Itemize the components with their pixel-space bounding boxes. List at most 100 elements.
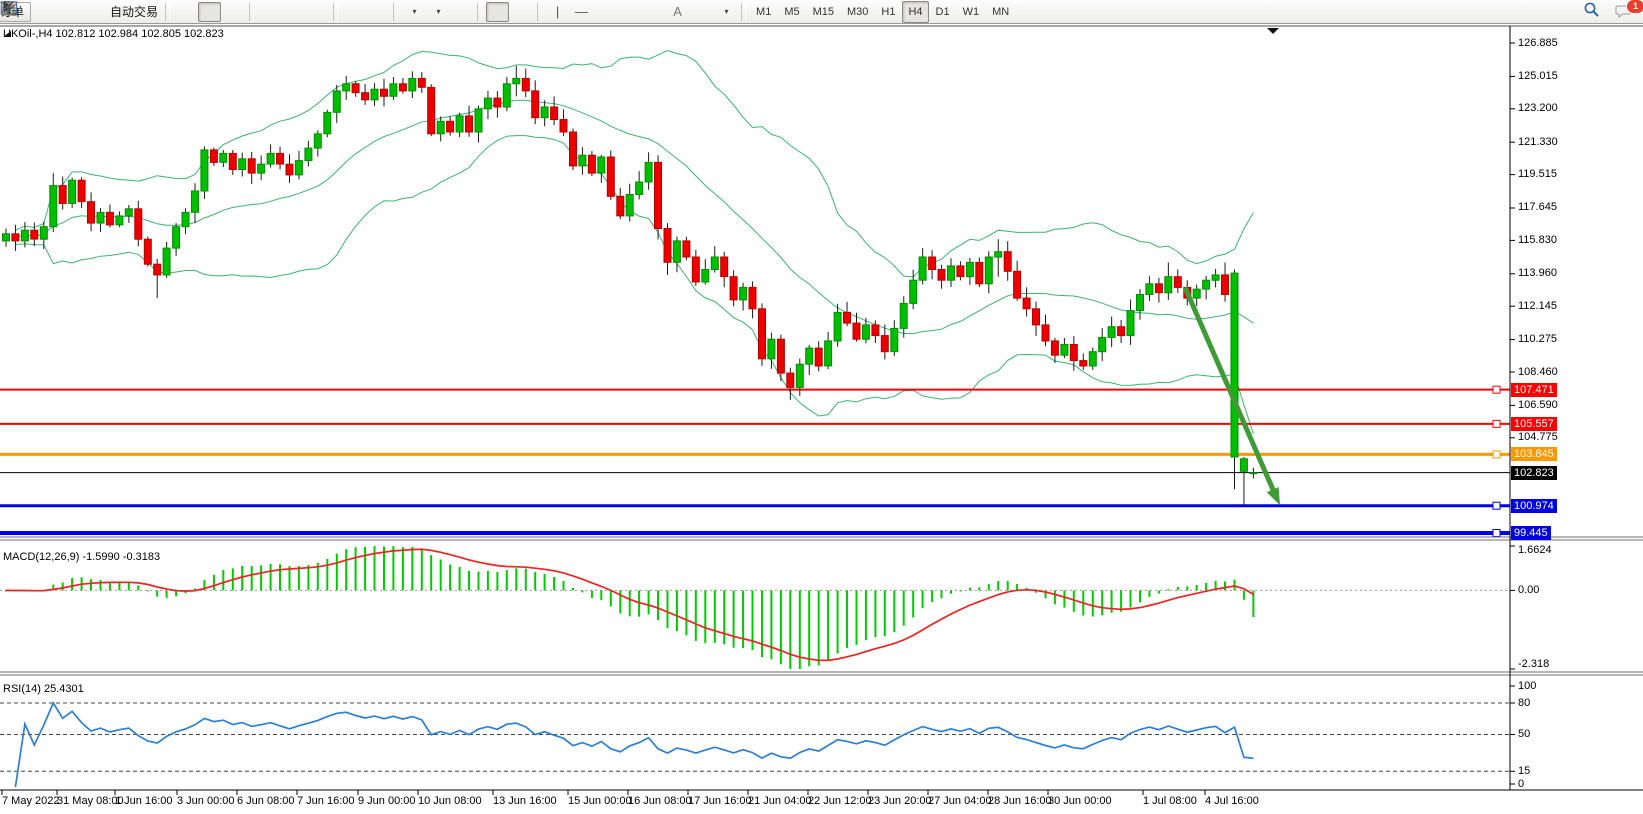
time-axis-label: 3 Jun 00:00 <box>177 795 235 808</box>
hline-handle[interactable] <box>1493 502 1500 509</box>
channel-tool-button[interactable]: E <box>618 2 641 22</box>
time-axis-label: 1 Jun 16:00 <box>115 795 173 808</box>
dropdown-caret-icon: ▾ <box>413 7 417 16</box>
hline-handle[interactable] <box>1493 451 1500 458</box>
rsi-level-label: 50 <box>1518 728 1530 741</box>
time-axis-label: 7 Jun 16:00 <box>297 795 355 808</box>
text-tool-button[interactable]: A <box>666 2 689 22</box>
price-line-label: 102.823 <box>1511 466 1557 480</box>
search-button[interactable] <box>1583 2 1606 22</box>
templates-button[interactable] <box>450 2 473 22</box>
price-axis-label: 125.015 <box>1518 70 1558 83</box>
separator <box>537 3 542 21</box>
time-axis-label: 13 Jun 16:00 <box>493 795 557 808</box>
time-axis-label: 6 Jun 08:00 <box>237 795 295 808</box>
time-axis-label: 30 Jun 00:00 <box>1048 795 1112 808</box>
autotrading-button[interactable]: 自动交易 <box>104 2 161 22</box>
price-axis-label: 117.645 <box>1518 201 1557 214</box>
price-axis-label: 104.775 <box>1518 431 1558 444</box>
signal-button[interactable] <box>80 2 103 22</box>
chart-shift-marker[interactable] <box>1267 28 1279 34</box>
separator <box>333 3 338 21</box>
horizontal-line-tool-button[interactable]: — <box>570 2 593 22</box>
dropdown-caret-icon: ▾ <box>437 7 441 16</box>
price-line-label: 99.445 <box>1511 526 1551 540</box>
timeframe-button-M30[interactable]: M30 <box>841 1 874 23</box>
fibonacci-tool-button[interactable]: F <box>642 2 665 22</box>
price-line-label: 107.471 <box>1511 383 1557 397</box>
vertical-line-tool-button[interactable]: | <box>546 2 569 22</box>
notifications-button[interactable]: 1 <box>1614 2 1637 22</box>
trendline-tool-button[interactable] <box>594 2 617 22</box>
timeframe-group: M1M5M15M30H1H4D1W1MN <box>750 1 1015 23</box>
macd-max-label: 1.6624 <box>1518 544 1552 557</box>
time-axis-label: 22 Jun 12:00 <box>808 795 872 808</box>
chart-canvas[interactable] <box>0 25 1643 814</box>
time-axis-label: 31 May 08:00 <box>57 795 124 808</box>
price-line-label: 103.845 <box>1511 447 1557 461</box>
chart-window-button[interactable] <box>56 2 79 22</box>
macd-min-label: -2.318 <box>1518 658 1549 671</box>
timeframe-button-W1[interactable]: W1 <box>957 1 986 23</box>
price-axis-label: 115.830 <box>1518 234 1557 247</box>
symbol-ohlc-text: UKOil-,H4 102.812 102.984 102.805 102.82… <box>3 28 224 40</box>
tile-windows-button[interactable] <box>306 2 329 22</box>
timeframe-button-M5[interactable]: M5 <box>778 1 805 23</box>
toolbar-right-group: 1 <box>1583 1 1637 23</box>
time-axis-label: 23 Jun 20:00 <box>868 795 932 808</box>
hline-handle[interactable] <box>1493 386 1500 393</box>
price-line-label: 105.557 <box>1511 417 1557 431</box>
price-axis-label: 112.145 <box>1518 300 1557 313</box>
price-line-label: 100.974 <box>1511 499 1557 513</box>
separator <box>249 3 254 21</box>
price-axis-label: 123.200 <box>1518 102 1558 115</box>
candlestick-chart-type-button[interactable] <box>198 2 221 22</box>
time-axis-label: 28 Jun 16:00 <box>988 795 1052 808</box>
time-axis-label: 10 Jun 08:00 <box>418 795 482 808</box>
time-axis-label: 9 Jun 00:00 <box>358 795 416 808</box>
time-axis-label: 4 Jul 16:00 <box>1205 795 1259 808</box>
autotrading-label: 自动交易 <box>110 3 158 20</box>
separator <box>477 3 482 21</box>
zoom-in-button[interactable] <box>258 2 281 22</box>
search-icon <box>1583 1 1600 18</box>
timeframe-button-M1[interactable]: M1 <box>750 1 777 23</box>
separator <box>165 3 170 21</box>
time-axis-label: 15 Jun 00:00 <box>568 795 632 808</box>
time-axis-label: 16 Jun 08:00 <box>628 795 692 808</box>
bar-chart-type-button[interactable] <box>174 2 197 22</box>
timeframe-button-H4[interactable]: H4 <box>902 1 928 23</box>
price-axis-label: 121.330 <box>1518 136 1558 149</box>
auto-scroll-button[interactable] <box>342 2 365 22</box>
zoom-out-button[interactable] <box>282 2 305 22</box>
cursor-tool-button[interactable] <box>486 2 509 22</box>
symbol-marker-icon <box>3 28 12 38</box>
timeframe-button-D1[interactable]: D1 <box>930 1 956 23</box>
periods-button[interactable]: ▾ <box>426 2 449 22</box>
hline-handle[interactable] <box>1493 529 1500 536</box>
text-label-tool-button[interactable]: T <box>690 2 713 22</box>
indicators-button[interactable]: ▾ <box>402 2 425 22</box>
line-chart-type-button[interactable] <box>222 2 245 22</box>
crosshair-tool-button[interactable] <box>510 2 533 22</box>
price-axis-label: 119.515 <box>1518 168 1557 181</box>
separator <box>393 3 398 21</box>
timeframe-button-H1[interactable]: H1 <box>875 1 901 23</box>
separator <box>741 3 746 21</box>
time-axis-label: 21 Jun 04:00 <box>748 795 812 808</box>
rsi-level-label: 0 <box>1518 778 1524 791</box>
macd-zero-label: 0.00 <box>1518 584 1539 597</box>
time-axis-label: 17 Jun 16:00 <box>688 795 752 808</box>
timeframe-button-M15[interactable]: M15 <box>807 1 840 23</box>
rsi-level-label: 100 <box>1518 680 1536 693</box>
price-axis-label: 108.460 <box>1518 366 1558 379</box>
chart-title: UKOil-,H4 102.812 102.984 102.805 102.82… <box>3 28 224 40</box>
hline-handle[interactable] <box>1493 420 1500 427</box>
time-axis-label: 27 Jun 04:00 <box>928 795 992 808</box>
dropdown-caret-icon: ▾ <box>725 7 729 16</box>
shapes-tool-button[interactable]: ▾ <box>714 2 737 22</box>
chart-shift-button[interactable] <box>366 2 389 22</box>
history-book-button[interactable] <box>32 2 55 22</box>
timeframe-button-MN[interactable]: MN <box>986 1 1015 23</box>
rsi-level-label: 15 <box>1518 765 1530 778</box>
